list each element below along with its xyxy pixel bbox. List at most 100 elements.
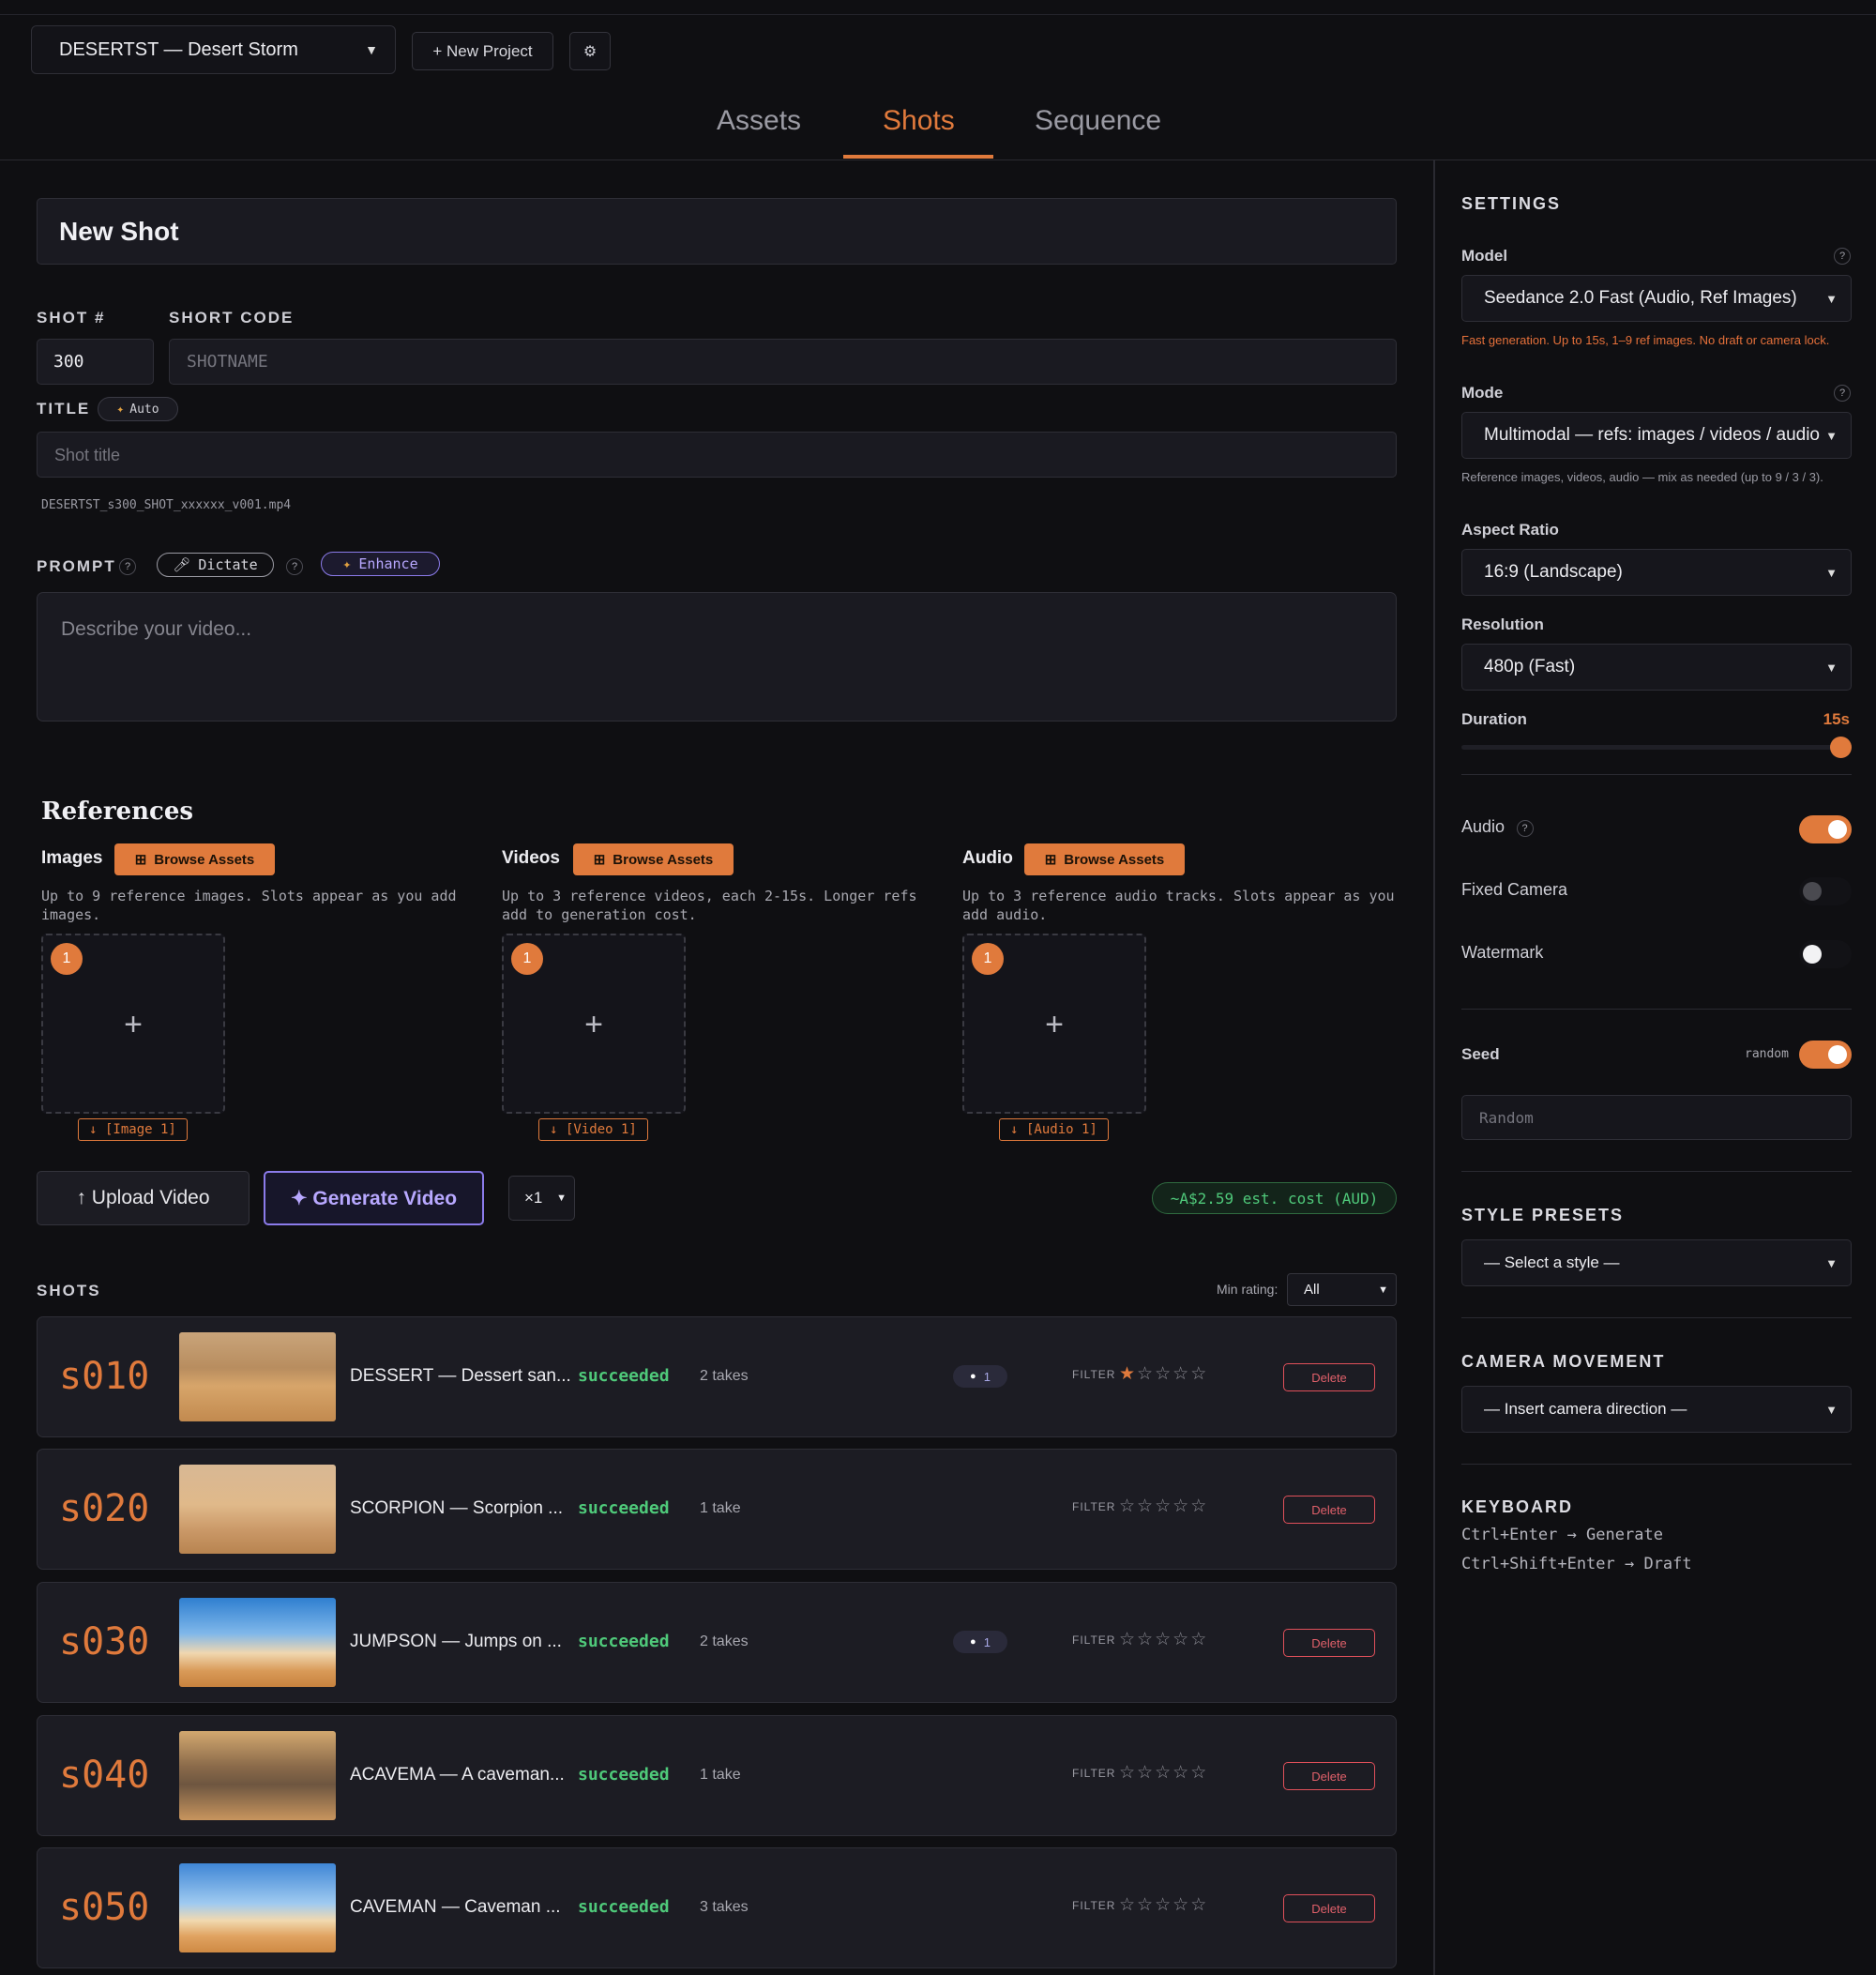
delete-shot-button[interactable]: Delete bbox=[1283, 1629, 1375, 1657]
star-icon[interactable]: ☆ bbox=[1137, 1630, 1155, 1649]
seed-random-toggle[interactable] bbox=[1799, 1041, 1852, 1069]
style-preset-select[interactable]: — Select a style — ▼ bbox=[1461, 1239, 1852, 1286]
shot-row[interactable]: s020 SCORPION — Scorpion ... succeeded 1 ta… bbox=[37, 1449, 1397, 1570]
shot-row[interactable]: s050 CAVEMAN — Caveman ... succeeded 3 take… bbox=[37, 1847, 1397, 1968]
star-icon[interactable]: ☆ bbox=[1137, 1763, 1155, 1783]
shortcut-generate: Ctrl+Enter → Generate bbox=[1461, 1526, 1663, 1544]
short-code-input[interactable]: SHOTNAME bbox=[169, 339, 1397, 385]
watermark-toggle[interactable] bbox=[1799, 940, 1852, 968]
shot-thumbnail[interactable] bbox=[179, 1598, 336, 1687]
audio-slot-tag[interactable]: ↓ [Audio 1] bbox=[999, 1118, 1109, 1141]
new-project-button[interactable]: + New Project bbox=[412, 32, 553, 70]
prompt-help-icon[interactable]: ? bbox=[119, 558, 136, 575]
fixed-camera-toggle[interactable] bbox=[1799, 877, 1852, 905]
browse-images-button[interactable]: ⊞ Browse Assets bbox=[114, 843, 275, 875]
model-help-icon[interactable]: ? bbox=[1834, 248, 1851, 265]
video-slot[interactable]: 1 + bbox=[502, 934, 686, 1114]
title-input[interactable]: Shot title bbox=[37, 432, 1397, 478]
star-icon[interactable]: ☆ bbox=[1190, 1630, 1208, 1649]
model-select[interactable]: Seedance 2.0 Fast (Audio, Ref Images) ▼ bbox=[1461, 275, 1852, 322]
star-icon[interactable]: ☆ bbox=[1137, 1496, 1155, 1516]
shot-row[interactable]: s040 ACAVEMA — A caveman... succeeded 1 tak… bbox=[37, 1715, 1397, 1836]
delete-shot-button[interactable]: Delete bbox=[1283, 1762, 1375, 1790]
star-icon[interactable]: ☆ bbox=[1137, 1895, 1155, 1915]
mode-select[interactable]: Multimodal — refs: images / videos / aud… bbox=[1461, 412, 1852, 459]
star-icon[interactable]: ☆ bbox=[1172, 1630, 1190, 1649]
generate-video-button[interactable]: ✦ Generate Video bbox=[264, 1171, 484, 1225]
mode-help-icon[interactable]: ? bbox=[1834, 385, 1851, 402]
auto-title-button[interactable]: ✦ Auto bbox=[98, 397, 178, 421]
duration-slider[interactable] bbox=[1461, 737, 1852, 759]
star-icon[interactable]: ☆ bbox=[1119, 1630, 1137, 1649]
settings-button[interactable]: ⚙ bbox=[569, 32, 611, 70]
dictate-help-icon[interactable]: ? bbox=[286, 558, 303, 575]
duration-slider-thumb[interactable] bbox=[1830, 737, 1852, 758]
project-select[interactable]: DESERTST — Desert Storm ▼ bbox=[31, 25, 396, 74]
star-icon[interactable]: ☆ bbox=[1155, 1763, 1172, 1783]
audio-toggle[interactable] bbox=[1799, 815, 1852, 843]
title-label: TITLE bbox=[37, 400, 91, 418]
videos-ref-desc: Up to 3 reference videos, each 2-15s. Lo… bbox=[502, 888, 917, 923]
star-icon[interactable]: ★ bbox=[1119, 1364, 1137, 1384]
seed-input[interactable]: Random bbox=[1461, 1095, 1852, 1140]
shot-thumbnail[interactable] bbox=[179, 1863, 336, 1952]
rating-stars[interactable]: ☆☆☆☆☆ bbox=[1119, 1894, 1208, 1916]
shot-thumbnail[interactable] bbox=[179, 1731, 336, 1820]
star-icon[interactable]: ☆ bbox=[1190, 1763, 1208, 1783]
aspect-ratio-select[interactable]: 16:9 (Landscape) ▼ bbox=[1461, 549, 1852, 596]
star-icon[interactable]: ☆ bbox=[1155, 1496, 1172, 1516]
star-icon[interactable]: ☆ bbox=[1119, 1496, 1137, 1516]
star-icon[interactable]: ☆ bbox=[1137, 1364, 1155, 1384]
rating-stars[interactable]: ☆☆☆☆☆ bbox=[1119, 1496, 1208, 1517]
video-slot-tag[interactable]: ↓ [Video 1] bbox=[538, 1118, 648, 1141]
browse-videos-label: Browse Assets bbox=[613, 851, 714, 868]
star-icon[interactable]: ☆ bbox=[1172, 1895, 1190, 1915]
star-icon[interactable]: ☆ bbox=[1155, 1364, 1172, 1384]
tab-assets[interactable]: Assets bbox=[717, 105, 801, 137]
star-icon[interactable]: ☆ bbox=[1155, 1630, 1172, 1649]
audio-slot[interactable]: 1 + bbox=[962, 934, 1146, 1114]
star-icon[interactable]: ☆ bbox=[1155, 1895, 1172, 1915]
delete-shot-button[interactable]: Delete bbox=[1283, 1363, 1375, 1391]
videos-ref-title: Videos bbox=[502, 848, 560, 868]
image-slot-tag[interactable]: ↓ [Image 1] bbox=[78, 1118, 188, 1141]
browse-audio-button[interactable]: ⊞ Browse Assets bbox=[1024, 843, 1185, 875]
delete-shot-button[interactable]: Delete bbox=[1283, 1894, 1375, 1922]
shot-row[interactable]: s010 DESSERT — Dessert san... succeeded 2 t… bbox=[37, 1316, 1397, 1437]
delete-shot-button[interactable]: Delete bbox=[1283, 1496, 1375, 1524]
audio-help-icon[interactable]: ? bbox=[1516, 819, 1534, 837]
tab-shots[interactable]: Shots bbox=[883, 105, 955, 137]
camera-direction-select[interactable]: — Insert camera direction — ▼ bbox=[1461, 1386, 1852, 1433]
seed-random-label: random bbox=[1745, 1047, 1789, 1061]
aspect-ratio-label: Aspect Ratio bbox=[1461, 521, 1559, 539]
resolution-select[interactable]: 480p (Fast) ▼ bbox=[1461, 644, 1852, 691]
shot-thumbnail[interactable] bbox=[179, 1465, 336, 1554]
generation-count-select[interactable]: ×1 ▼ bbox=[508, 1176, 575, 1221]
rating-stars[interactable]: ★☆☆☆☆ bbox=[1119, 1363, 1208, 1385]
min-rating-select[interactable]: All ▼ bbox=[1287, 1273, 1397, 1306]
star-icon[interactable]: ☆ bbox=[1190, 1364, 1208, 1384]
chevron-down-icon: ▼ bbox=[1825, 428, 1838, 443]
upload-video-button[interactable]: ↑ Upload Video bbox=[37, 1171, 250, 1225]
comment-badge[interactable]: ● 1 bbox=[953, 1365, 1007, 1388]
shot-number-input[interactable]: 300 bbox=[37, 339, 154, 385]
star-icon[interactable]: ☆ bbox=[1172, 1496, 1190, 1516]
star-icon[interactable]: ☆ bbox=[1190, 1496, 1208, 1516]
toggle-knob bbox=[1803, 882, 1822, 901]
star-icon[interactable]: ☆ bbox=[1190, 1895, 1208, 1915]
comment-badge[interactable]: ● 1 bbox=[953, 1631, 1007, 1653]
enhance-button[interactable]: ✦ Enhance bbox=[321, 552, 440, 576]
dictate-button[interactable]: 🎤︎ Dictate bbox=[157, 553, 274, 577]
star-icon[interactable]: ☆ bbox=[1119, 1763, 1137, 1783]
tab-sequence[interactable]: Sequence bbox=[1035, 105, 1161, 137]
prompt-textarea[interactable]: Describe your video... bbox=[37, 592, 1397, 722]
image-slot[interactable]: 1 + bbox=[41, 934, 225, 1114]
shot-row[interactable]: s030 JUMPSON — Jumps on ... succeeded 2 tak… bbox=[37, 1582, 1397, 1703]
star-icon[interactable]: ☆ bbox=[1172, 1763, 1190, 1783]
rating-stars[interactable]: ☆☆☆☆☆ bbox=[1119, 1629, 1208, 1650]
star-icon[interactable]: ☆ bbox=[1119, 1895, 1137, 1915]
browse-videos-button[interactable]: ⊞ Browse Assets bbox=[573, 843, 734, 875]
star-icon[interactable]: ☆ bbox=[1172, 1364, 1190, 1384]
shot-thumbnail[interactable] bbox=[179, 1332, 336, 1421]
rating-stars[interactable]: ☆☆☆☆☆ bbox=[1119, 1762, 1208, 1784]
